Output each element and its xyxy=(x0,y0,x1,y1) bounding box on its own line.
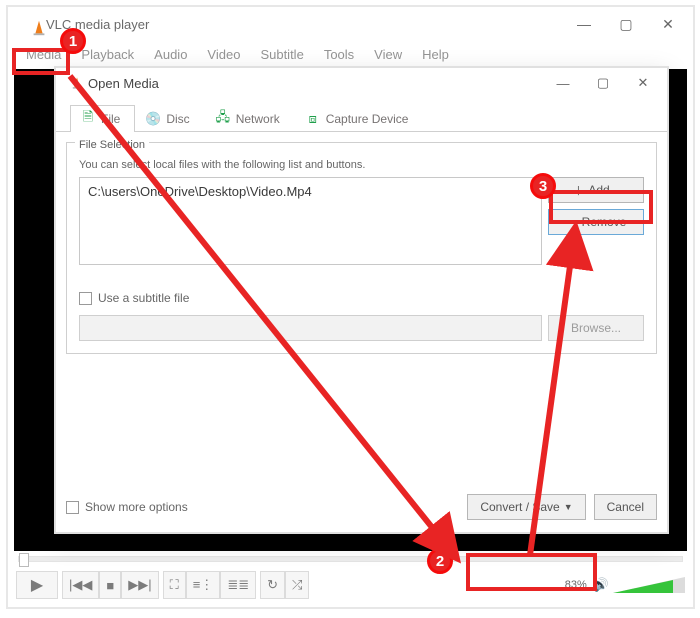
annotation-arrows xyxy=(0,0,700,618)
